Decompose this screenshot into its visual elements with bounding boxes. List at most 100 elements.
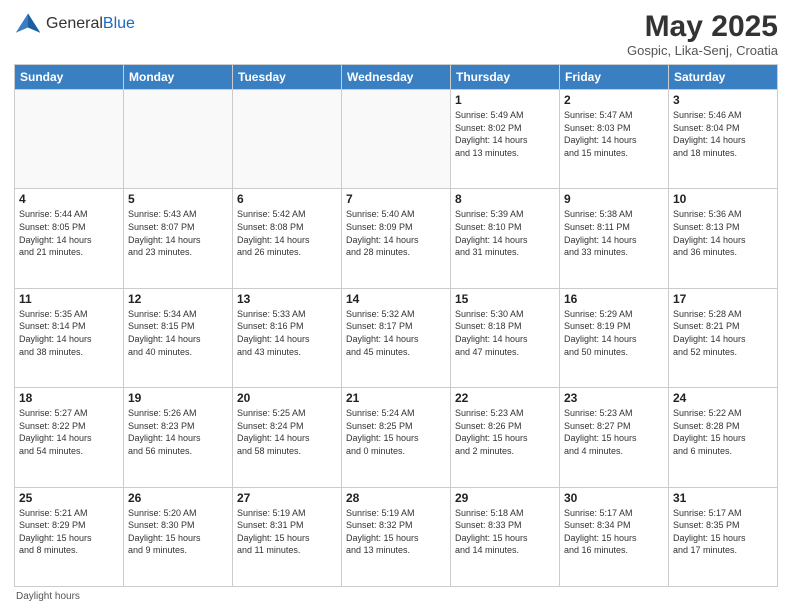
day-number: 31 <box>673 491 773 505</box>
calendar-header-row: SundayMondayTuesdayWednesdayThursdayFrid… <box>15 65 778 90</box>
day-info: Sunrise: 5:49 AM Sunset: 8:02 PM Dayligh… <box>455 109 555 159</box>
calendar-cell: 23Sunrise: 5:23 AM Sunset: 8:27 PM Dayli… <box>560 388 669 487</box>
day-info: Sunrise: 5:32 AM Sunset: 8:17 PM Dayligh… <box>346 308 446 358</box>
calendar-cell: 3Sunrise: 5:46 AM Sunset: 8:04 PM Daylig… <box>669 90 778 189</box>
day-number: 10 <box>673 192 773 206</box>
calendar-cell: 15 Sunrise: 5:30 AM Sunset: 8:18 PM Dayli… <box>451 288 560 387</box>
calendar-week-row: 4 Sunrise: 5:44 AM Sunset: 8:05 PM Daylig… <box>15 189 778 288</box>
day-number: 25 <box>19 491 119 505</box>
logo: GeneralBlue <box>14 10 135 38</box>
calendar-cell: 13Sunrise: 5:33 AM Sunset: 8:16 PM Dayli… <box>233 288 342 387</box>
day-number: 28 <box>346 491 446 505</box>
day-info: Sunrise: 5:19 AM Sunset: 8:31 PM Dayligh… <box>237 507 337 557</box>
col-header-sunday: Sunday <box>15 65 124 90</box>
day-number: 3 <box>673 93 773 107</box>
calendar-cell: 4 Sunrise: 5:44 AM Sunset: 8:05 PM Daylig… <box>15 189 124 288</box>
day-info: Sunrise: 5:17 AM Sunset: 8:34 PM Dayligh… <box>564 507 664 557</box>
day-info: Sunrise: 5:44 AM Sunset: 8:05 PM Dayligh… <box>19 208 119 258</box>
day-number: 4 <box>19 192 119 206</box>
day-info: Sunrise: 5:35 AM Sunset: 8:14 PM Dayligh… <box>19 308 119 358</box>
calendar-week-row: 18Sunrise: 5:27 AM Sunset: 8:22 PM Dayli… <box>15 388 778 487</box>
day-info: Sunrise: 5:24 AM Sunset: 8:25 PM Dayligh… <box>346 407 446 457</box>
footer-note: Daylight hours <box>14 591 778 602</box>
day-info: Sunrise: 5:47 AM Sunset: 8:03 PM Dayligh… <box>564 109 664 159</box>
day-number: 29 <box>455 491 555 505</box>
calendar-cell: 29 Sunrise: 5:18 AM Sunset: 8:33 PM Dayli… <box>451 487 560 586</box>
col-header-friday: Friday <box>560 65 669 90</box>
logo-text: GeneralBlue <box>46 15 135 33</box>
calendar-cell: 8Sunrise: 5:39 AM Sunset: 8:10 PM Daylig… <box>451 189 560 288</box>
day-info: Sunrise: 5:21 AM Sunset: 8:29 PM Dayligh… <box>19 507 119 557</box>
day-info: Sunrise: 5:39 AM Sunset: 8:10 PM Dayligh… <box>455 208 555 258</box>
day-info: Sunrise: 5:19 AM Sunset: 8:32 PM Dayligh… <box>346 507 446 557</box>
calendar-cell: 21 Sunrise: 5:24 AM Sunset: 8:25 PM Dayli… <box>342 388 451 487</box>
day-number: 26 <box>128 491 228 505</box>
calendar-cell: 10 Sunrise: 5:36 AM Sunset: 8:13 PM Dayli… <box>669 189 778 288</box>
day-number: 15 <box>455 292 555 306</box>
calendar-week-row: 25 Sunrise: 5:21 AM Sunset: 8:29 PM Dayli… <box>15 487 778 586</box>
col-header-wednesday: Wednesday <box>342 65 451 90</box>
calendar-cell: 1Sunrise: 5:49 AM Sunset: 8:02 PM Daylig… <box>451 90 560 189</box>
day-info: Sunrise: 5:42 AM Sunset: 8:08 PM Dayligh… <box>237 208 337 258</box>
subtitle: Gospic, Lika-Senj, Croatia <box>627 43 778 58</box>
calendar-cell: 31 Sunrise: 5:17 AM Sunset: 8:35 PM Dayli… <box>669 487 778 586</box>
calendar-cell: 6 Sunrise: 5:42 AM Sunset: 8:08 PM Daylig… <box>233 189 342 288</box>
calendar-cell: 11 Sunrise: 5:35 AM Sunset: 8:14 PM Dayli… <box>15 288 124 387</box>
day-number: 22 <box>455 391 555 405</box>
day-info: Sunrise: 5:43 AM Sunset: 8:07 PM Dayligh… <box>128 208 228 258</box>
calendar-cell: 2Sunrise: 5:47 AM Sunset: 8:03 PM Daylig… <box>560 90 669 189</box>
day-info: Sunrise: 5:28 AM Sunset: 8:21 PM Dayligh… <box>673 308 773 358</box>
calendar-table: SundayMondayTuesdayWednesdayThursdayFrid… <box>14 64 778 587</box>
day-number: 5 <box>128 192 228 206</box>
day-number: 27 <box>237 491 337 505</box>
logo-blue: Blue <box>103 15 135 32</box>
day-number: 18 <box>19 391 119 405</box>
calendar-cell: 20 Sunrise: 5:25 AM Sunset: 8:24 PM Dayli… <box>233 388 342 487</box>
calendar-cell: 26 Sunrise: 5:20 AM Sunset: 8:30 PM Dayli… <box>124 487 233 586</box>
day-info: Sunrise: 5:23 AM Sunset: 8:27 PM Dayligh… <box>564 407 664 457</box>
calendar-cell: 9Sunrise: 5:38 AM Sunset: 8:11 PM Daylig… <box>560 189 669 288</box>
day-number: 17 <box>673 292 773 306</box>
day-number: 16 <box>564 292 664 306</box>
calendar-week-row: 11 Sunrise: 5:35 AM Sunset: 8:14 PM Dayli… <box>15 288 778 387</box>
day-number: 20 <box>237 391 337 405</box>
day-number: 30 <box>564 491 664 505</box>
day-number: 9 <box>564 192 664 206</box>
calendar-cell: 12 Sunrise: 5:34 AM Sunset: 8:15 PM Dayli… <box>124 288 233 387</box>
calendar-cell <box>233 90 342 189</box>
day-number: 6 <box>237 192 337 206</box>
calendar-week-row: 1Sunrise: 5:49 AM Sunset: 8:02 PM Daylig… <box>15 90 778 189</box>
month-title: May 2025 <box>627 10 778 43</box>
calendar-cell: 25 Sunrise: 5:21 AM Sunset: 8:29 PM Dayli… <box>15 487 124 586</box>
header: GeneralBlue May 2025 Gospic, Lika-Senj, … <box>14 10 778 58</box>
day-info: Sunrise: 5:25 AM Sunset: 8:24 PM Dayligh… <box>237 407 337 457</box>
day-info: Sunrise: 5:20 AM Sunset: 8:30 PM Dayligh… <box>128 507 228 557</box>
day-number: 19 <box>128 391 228 405</box>
day-number: 21 <box>346 391 446 405</box>
day-info: Sunrise: 5:36 AM Sunset: 8:13 PM Dayligh… <box>673 208 773 258</box>
day-info: Sunrise: 5:34 AM Sunset: 8:15 PM Dayligh… <box>128 308 228 358</box>
day-info: Sunrise: 5:18 AM Sunset: 8:33 PM Dayligh… <box>455 507 555 557</box>
calendar-cell: 27 Sunrise: 5:19 AM Sunset: 8:31 PM Dayli… <box>233 487 342 586</box>
calendar-cell: 5 Sunrise: 5:43 AM Sunset: 8:07 PM Daylig… <box>124 189 233 288</box>
day-number: 7 <box>346 192 446 206</box>
calendar-cell: 28 Sunrise: 5:19 AM Sunset: 8:32 PM Dayli… <box>342 487 451 586</box>
calendar-cell: 22Sunrise: 5:23 AM Sunset: 8:26 PM Dayli… <box>451 388 560 487</box>
calendar-cell: 24Sunrise: 5:22 AM Sunset: 8:28 PM Dayli… <box>669 388 778 487</box>
day-number: 14 <box>346 292 446 306</box>
title-block: May 2025 Gospic, Lika-Senj, Croatia <box>627 10 778 58</box>
calendar-cell: 16Sunrise: 5:29 AM Sunset: 8:19 PM Dayli… <box>560 288 669 387</box>
day-number: 12 <box>128 292 228 306</box>
day-info: Sunrise: 5:33 AM Sunset: 8:16 PM Dayligh… <box>237 308 337 358</box>
col-header-thursday: Thursday <box>451 65 560 90</box>
day-number: 11 <box>19 292 119 306</box>
calendar-cell: 14 Sunrise: 5:32 AM Sunset: 8:17 PM Dayli… <box>342 288 451 387</box>
col-header-monday: Monday <box>124 65 233 90</box>
calendar-cell: 17 Sunrise: 5:28 AM Sunset: 8:21 PM Dayli… <box>669 288 778 387</box>
day-number: 24 <box>673 391 773 405</box>
page: GeneralBlue May 2025 Gospic, Lika-Senj, … <box>0 0 792 612</box>
day-info: Sunrise: 5:30 AM Sunset: 8:18 PM Dayligh… <box>455 308 555 358</box>
day-info: Sunrise: 5:17 AM Sunset: 8:35 PM Dayligh… <box>673 507 773 557</box>
calendar-cell <box>342 90 451 189</box>
day-info: Sunrise: 5:40 AM Sunset: 8:09 PM Dayligh… <box>346 208 446 258</box>
